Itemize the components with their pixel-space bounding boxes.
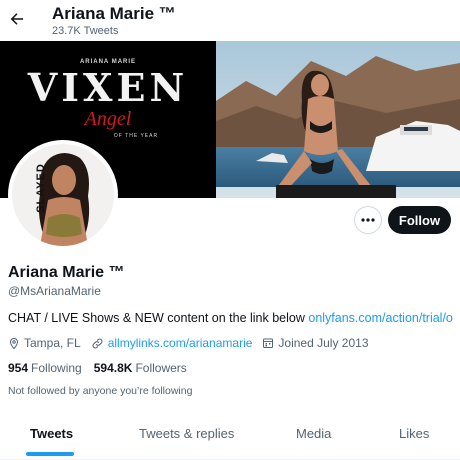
followed-by-note: Not followed by anyone you’re following [8,385,193,397]
avatar-photo [12,144,114,246]
link-icon [92,338,103,348]
tab-tweets-replies[interactable]: Tweets & replies [139,426,234,441]
calendar-icon [263,338,274,348]
active-tab-indicator [26,452,74,456]
followers-count: 594.8K [93,361,133,375]
website-item[interactable]: allmylinks.com/arianamarie [91,336,253,350]
banner-award: Angel [84,108,132,130]
location-text: Tampa, FL [24,336,81,350]
profile-meta: Tampa, FL allmylinks.com/arianamarie Joi… [8,335,379,351]
banner-award-sub: OF THE YEAR [113,133,159,139]
follow-button[interactable]: Follow [388,206,451,234]
banner-brand-logo: VIXEN [27,65,189,110]
arrow-left-icon [10,13,23,25]
profile-header: Ariana Marie ™ 23.7K Tweets [0,0,460,41]
followers-stat[interactable]: 594.8K Followers [94,361,187,375]
location-item: Tampa, FL [8,336,81,350]
follow-stats: 954 Following 594.8K Followers [8,361,199,375]
avatar-caption: SLAYED [34,163,47,213]
followers-label: Followers [135,361,187,375]
tab-likes[interactable]: Likes [399,426,429,441]
website-link[interactable]: allmylinks.com/arianamarie [108,336,253,350]
profile-bio: CHAT / LIVE Shows & NEW content on the l… [8,311,454,325]
header-title: Ariana Marie ™ [52,4,176,23]
following-stat[interactable]: 954 Following [8,361,82,375]
location-pin-icon [9,337,19,349]
bio-link[interactable]: onlyfans.com/action/trial/o... [308,311,454,325]
following-label: Following [31,361,82,375]
joined-text: Joined July 2013 [278,336,369,350]
bio-text: CHAT / LIVE Shows & NEW content on the l… [8,311,309,325]
tab-tweets[interactable]: Tweets [30,426,73,441]
more-dots-icon [361,218,375,222]
joined-item: Joined July 2013 [262,336,369,350]
back-button[interactable] [6,8,28,30]
profile-name: Ariana Marie ™ [8,264,125,281]
following-count: 954 [8,361,29,375]
avatar[interactable]: SLAYED [8,140,118,250]
profile-tabs: Tweets Tweets & replies Media Likes [0,412,460,460]
profile-handle: @MsArianaMarie [8,284,101,298]
more-options-button[interactable] [354,206,382,234]
tab-media[interactable]: Media [296,426,331,441]
tweet-count: 23.7K Tweets [52,25,119,37]
banner-photo [216,41,460,198]
